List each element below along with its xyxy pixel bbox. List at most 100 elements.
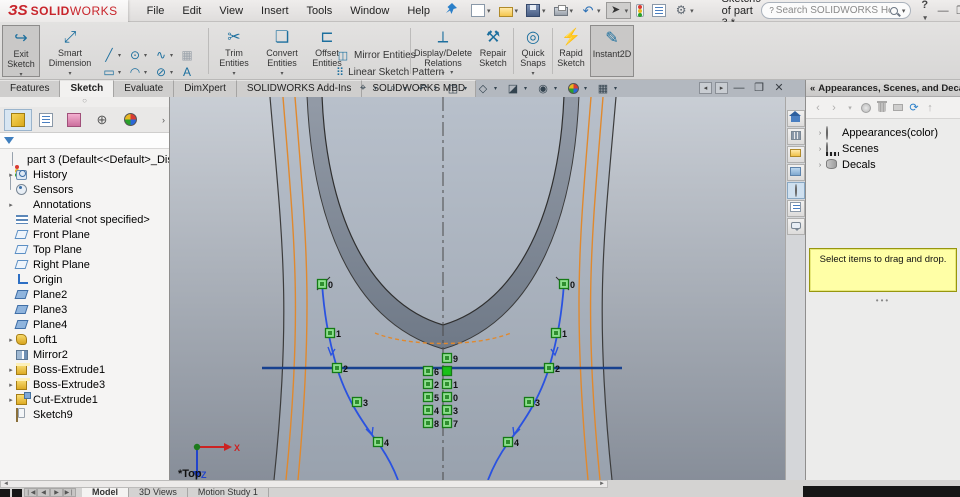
- sketch-point[interactable]: 4: [502, 436, 520, 449]
- move-up-icon[interactable]: ↑: [922, 102, 938, 114]
- sketch-point[interactable]: 2: [422, 378, 440, 391]
- minimize-icon[interactable]: —: [934, 5, 952, 17]
- tab-dimxpertmanager[interactable]: ⊕: [88, 109, 116, 131]
- tree-item-boss-extrude3[interactable]: ▸ Boss-Extrude3: [0, 377, 169, 392]
- tree-item-cut-extrude1[interactable]: ▸ Cut-Extrude1: [0, 392, 169, 407]
- dropdown-caret-icon[interactable]: ▾: [515, 69, 551, 79]
- delete-appearance-icon[interactable]: [874, 100, 890, 115]
- print-button[interactable]: ▾: [551, 3, 577, 18]
- tree-item-material-not-specified-[interactable]: Material <not specified>: [0, 212, 169, 227]
- sketch-point[interactable]: 0: [558, 278, 576, 291]
- hide-show-items-icon[interactable]: ◉: [532, 82, 554, 95]
- undo-button[interactable]: ↶ ▾: [578, 2, 604, 19]
- smart-dimension-button[interactable]: ⤢ Smart Dimension ▾: [42, 25, 98, 77]
- minimize-doc-icon[interactable]: —: [730, 82, 748, 94]
- sketch-point[interactable]: [441, 365, 453, 377]
- rectangle-tool-icon[interactable]: ▭: [100, 64, 118, 80]
- sketch-point[interactable]: 8: [422, 417, 440, 430]
- menu-help[interactable]: Help: [398, 2, 439, 20]
- appearances-scenes-decals-tab[interactable]: [786, 182, 805, 199]
- spline-tool-icon[interactable]: ∿: [152, 47, 170, 63]
- tab-solidworks-add-ins[interactable]: SOLIDWORKS Add-Ins: [236, 80, 363, 97]
- tab-evaluate[interactable]: Evaluate: [114, 80, 175, 97]
- sketch-point[interactable]: 4: [422, 404, 440, 417]
- tab-overflow-arrow[interactable]: ›: [162, 115, 165, 125]
- display-delete-relations-button[interactable]: ⟂ Display/Delete Relations ▾: [413, 25, 473, 77]
- tree-item-right-plane[interactable]: Right Plane: [0, 257, 169, 272]
- dropdown-caret-icon[interactable]: ▾: [144, 69, 152, 76]
- back-icon[interactable]: ‹: [810, 102, 826, 114]
- dropdown-caret-icon[interactable]: ▾: [212, 69, 256, 79]
- sketch-point[interactable]: 3: [441, 404, 459, 417]
- text-tool-icon[interactable]: A: [178, 64, 196, 80]
- forum-tab[interactable]: [786, 218, 805, 235]
- dropdown-caret-icon[interactable]: ▾: [118, 52, 126, 59]
- expand-arrow-icon[interactable]: ▸: [6, 336, 16, 344]
- dropdown-caret-icon[interactable]: ▾: [464, 85, 472, 92]
- menu-edit[interactable]: Edit: [173, 2, 210, 20]
- new-document-button[interactable]: ▾: [468, 2, 494, 19]
- exit-sketch-button[interactable]: ↪ Exit Sketch ▾: [2, 25, 40, 78]
- dropdown-caret-icon[interactable]: ▾: [524, 85, 532, 92]
- arc-tool-icon[interactable]: ◠: [126, 64, 144, 80]
- tree-item-sensors[interactable]: Sensors: [0, 182, 169, 197]
- pane-splitter-dots[interactable]: •••: [806, 296, 960, 305]
- tree-item-boss-extrude1[interactable]: ▸ Boss-Extrude1: [0, 362, 169, 377]
- save-button[interactable]: ▾: [523, 2, 549, 19]
- expand-arrow-icon[interactable]: ▸: [6, 396, 16, 404]
- help-button[interactable]: ? ▾: [921, 0, 928, 23]
- dropdown-caret-icon[interactable]: ▾: [542, 7, 546, 15]
- previous-view-icon[interactable]: ↶: [412, 82, 434, 95]
- dropdown-caret-icon[interactable]: ▾: [487, 7, 491, 15]
- sketch-point[interactable]: 1: [441, 378, 459, 391]
- tree-item-sketch9[interactable]: Sketch9: [0, 407, 169, 422]
- tree-item-plane4[interactable]: Plane4: [0, 317, 169, 332]
- dropdown-caret-icon[interactable]: ▾: [374, 85, 382, 92]
- dropdown-caret-icon[interactable]: ▾: [258, 69, 306, 79]
- sketch-point[interactable]: 1: [324, 327, 342, 340]
- dropdown-caret-icon[interactable]: ▾: [902, 7, 906, 15]
- expand-arrow-icon[interactable]: ▸: [6, 366, 16, 374]
- tab-motion-study-1[interactable]: Motion Study 1: [188, 488, 269, 497]
- sketch-point[interactable]: 3: [523, 396, 541, 409]
- tree-item-annotations[interactable]: ▸ Annotations: [0, 197, 169, 212]
- expand-arrow-icon[interactable]: ›: [814, 130, 826, 137]
- tree-item-loft1[interactable]: ▸ Loft1: [0, 332, 169, 347]
- tree-item-plane2[interactable]: Plane2: [0, 287, 169, 302]
- menu-tools[interactable]: Tools: [298, 2, 342, 20]
- panel-splitter-handle[interactable]: ○: [0, 97, 169, 107]
- quick-snaps-button[interactable]: ◎ Quick Snaps ▾: [515, 25, 551, 77]
- expand-arrow-icon[interactable]: ›: [814, 162, 826, 169]
- dropdown-caret-icon[interactable]: ▾: [923, 15, 927, 22]
- dropdown-caret-icon[interactable]: ▾: [170, 69, 178, 76]
- select-button[interactable]: ➤ ▾: [605, 2, 632, 19]
- tab-model[interactable]: Model: [82, 488, 129, 497]
- tab-dimxpert[interactable]: DimXpert: [174, 80, 237, 97]
- tab-propertymanager[interactable]: [32, 109, 60, 131]
- trim-entities-button[interactable]: ✂ Trim Entities ▾: [212, 25, 256, 77]
- dropdown-caret-icon[interactable]: ▾: [570, 7, 574, 15]
- tab-sketch[interactable]: Sketch: [60, 80, 115, 97]
- open-folder-icon[interactable]: [890, 101, 906, 114]
- sketch-point[interactable]: 3: [351, 396, 369, 409]
- dropdown-caret-icon[interactable]: ▾: [494, 85, 502, 92]
- tree-root-part[interactable]: part 3 (Default<<Default>_Display State: [0, 152, 169, 190]
- tree-item-top-plane[interactable]: Top Plane: [0, 242, 169, 257]
- menu-window[interactable]: Window: [341, 2, 398, 20]
- pane-arrow-left-icon[interactable]: ◂: [699, 81, 712, 94]
- file-explorer-tab[interactable]: [786, 146, 805, 163]
- restore-doc-icon[interactable]: ❐: [750, 81, 768, 94]
- section-view-icon[interactable]: ◫: [442, 82, 464, 95]
- refresh-icon[interactable]: ⟳: [906, 101, 922, 114]
- sketch-point[interactable]: 5: [422, 391, 440, 404]
- rebuild-button[interactable]: [633, 2, 647, 19]
- zoom-to-fit-icon[interactable]: ⌖: [352, 82, 374, 95]
- dropdown-caret-icon[interactable]: ▾: [690, 7, 694, 15]
- menu-file[interactable]: File: [138, 2, 174, 20]
- dropdown-caret-icon[interactable]: ▾: [413, 69, 473, 79]
- scroll-right-icon[interactable]: ►: [597, 481, 607, 487]
- home-tab[interactable]: [786, 110, 805, 127]
- tree-item-plane3[interactable]: Plane3: [0, 302, 169, 317]
- line-tool-icon[interactable]: ╱: [100, 47, 118, 63]
- sketch-point[interactable]: 1: [550, 327, 568, 340]
